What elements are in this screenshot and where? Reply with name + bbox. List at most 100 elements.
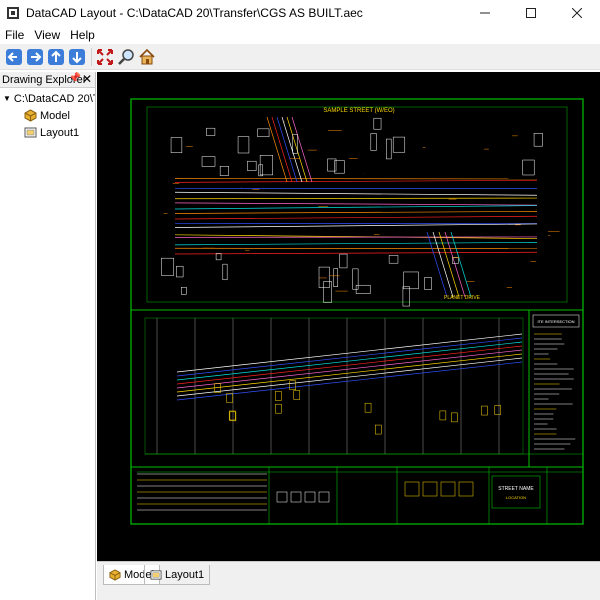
layout-sheet-icon bbox=[150, 569, 162, 580]
cad-line bbox=[266, 116, 288, 183]
home-icon bbox=[139, 48, 155, 64]
cad-rect bbox=[318, 266, 330, 288]
layout-sheet-icon bbox=[24, 127, 37, 138]
menu-bar: File View Help bbox=[0, 26, 600, 44]
cad-rect bbox=[215, 253, 222, 261]
model-cube-icon bbox=[24, 109, 37, 122]
back-button[interactable] bbox=[4, 47, 24, 67]
minimize-button[interactable] bbox=[462, 0, 508, 26]
cad-rect bbox=[403, 271, 419, 290]
cad-line bbox=[438, 231, 460, 298]
cad-rect bbox=[440, 481, 456, 497]
cad-rect bbox=[144, 317, 524, 455]
cad-rect bbox=[259, 155, 273, 176]
cad-rect bbox=[402, 286, 410, 307]
close-panel-icon[interactable]: ✕ bbox=[82, 72, 92, 86]
menu-view[interactable]: View bbox=[29, 28, 65, 42]
minimize-icon bbox=[480, 12, 490, 14]
back-icon bbox=[6, 48, 22, 65]
cad-line bbox=[426, 231, 448, 298]
cad-rect bbox=[257, 128, 270, 137]
close-button[interactable] bbox=[554, 0, 600, 26]
cad-rect bbox=[375, 424, 382, 435]
tab-layout1[interactable]: Layout1 bbox=[144, 565, 211, 585]
title-location: LOCATION bbox=[506, 495, 526, 500]
cad-rect bbox=[176, 265, 184, 278]
drawing-tree: ▼ C:\DataCAD 20\Tr... Model Layout1 bbox=[0, 88, 95, 141]
title-block: STREET NAME LOCATION bbox=[137, 467, 583, 524]
tab-layout1-label: Layout1 bbox=[165, 568, 205, 581]
cad-line bbox=[276, 116, 298, 183]
cad-line bbox=[176, 357, 523, 397]
maximize-button[interactable] bbox=[508, 0, 554, 26]
pin-icon[interactable]: 📌 bbox=[69, 73, 81, 84]
cad-rect bbox=[275, 391, 282, 401]
cad-rect bbox=[422, 481, 438, 497]
cad-line bbox=[176, 337, 523, 377]
drawing-explorer-header: Drawing Explorer 📌 ✕ bbox=[0, 72, 95, 88]
zoom-window-icon bbox=[118, 48, 134, 65]
cad-rect bbox=[289, 380, 296, 391]
cad-rect bbox=[276, 491, 288, 503]
cad-drawing: SAMPLE STREET (W/EO) PLANET DRIVE ITE IN… bbox=[130, 98, 584, 525]
cad-line bbox=[176, 361, 523, 401]
cad-line bbox=[281, 116, 303, 183]
close-icon bbox=[572, 8, 582, 18]
cad-line bbox=[271, 116, 293, 183]
drive-label: PLANET DRIVE bbox=[444, 295, 481, 301]
tree-item-model-label: Model bbox=[40, 109, 70, 122]
cad-rect bbox=[222, 263, 228, 281]
tree-item-model[interactable]: Model bbox=[0, 107, 95, 124]
cad-rect bbox=[533, 132, 543, 147]
up-icon bbox=[48, 48, 64, 65]
cad-line bbox=[176, 333, 523, 373]
tree-root[interactable]: ▼ C:\DataCAD 20\Tr... bbox=[0, 90, 95, 107]
cad-rect bbox=[181, 286, 187, 295]
forward-icon bbox=[27, 48, 43, 65]
cad-line bbox=[174, 242, 538, 246]
cad-rect bbox=[247, 160, 257, 171]
cad-rect bbox=[494, 405, 501, 415]
collapse-icon[interactable]: ▼ bbox=[3, 94, 11, 103]
title-street-name: STREET NAME bbox=[498, 486, 534, 492]
plan-view: SAMPLE STREET (W/EO) PLANET DRIVE bbox=[146, 106, 568, 307]
toolbar bbox=[0, 44, 600, 70]
layout-tab-bar: Model Layout1 bbox=[97, 561, 600, 600]
cad-line bbox=[432, 231, 454, 298]
cad-rect bbox=[386, 138, 392, 160]
zoom-extents-button[interactable] bbox=[95, 47, 115, 67]
cad-rect bbox=[219, 166, 229, 176]
cad-line bbox=[286, 116, 308, 183]
menu-help[interactable]: Help bbox=[65, 28, 100, 42]
cad-rect bbox=[258, 164, 264, 177]
forward-button[interactable] bbox=[25, 47, 45, 67]
cad-rect bbox=[161, 257, 175, 276]
window-title: DataCAD Layout - C:\DataCAD 20\Transfer\… bbox=[26, 6, 363, 20]
app-icon bbox=[7, 7, 19, 19]
profile-view bbox=[144, 317, 583, 455]
cad-line bbox=[174, 202, 538, 206]
cad-line bbox=[174, 205, 538, 210]
tree-item-layout1[interactable]: Layout1 bbox=[0, 124, 95, 141]
home-button[interactable] bbox=[137, 47, 157, 67]
cad-line bbox=[176, 349, 523, 389]
menu-file[interactable]: File bbox=[0, 28, 29, 42]
down-button[interactable] bbox=[67, 47, 87, 67]
title-bar: DataCAD Layout - C:\DataCAD 20\Transfer\… bbox=[0, 0, 600, 26]
cad-line bbox=[176, 353, 523, 393]
cad-rect bbox=[293, 390, 301, 400]
cad-rect bbox=[206, 127, 216, 136]
cad-line bbox=[176, 341, 523, 381]
cad-rect bbox=[352, 268, 359, 290]
drawing-explorer-panel: Drawing Explorer 📌 ✕ ▼ C:\DataCAD 20\Tr.… bbox=[0, 72, 96, 600]
cad-rect bbox=[304, 491, 316, 503]
cad-rect bbox=[439, 410, 447, 421]
cad-rect bbox=[451, 412, 458, 423]
up-button[interactable] bbox=[46, 47, 66, 67]
sheet-border bbox=[130, 98, 584, 525]
zoom-window-button[interactable] bbox=[116, 47, 136, 67]
drawing-canvas[interactable]: SAMPLE STREET (W/EO) PLANET DRIVE ITE IN… bbox=[97, 72, 600, 561]
cad-rect bbox=[388, 255, 399, 264]
cad-line bbox=[174, 251, 538, 255]
cad-rect bbox=[318, 491, 330, 503]
